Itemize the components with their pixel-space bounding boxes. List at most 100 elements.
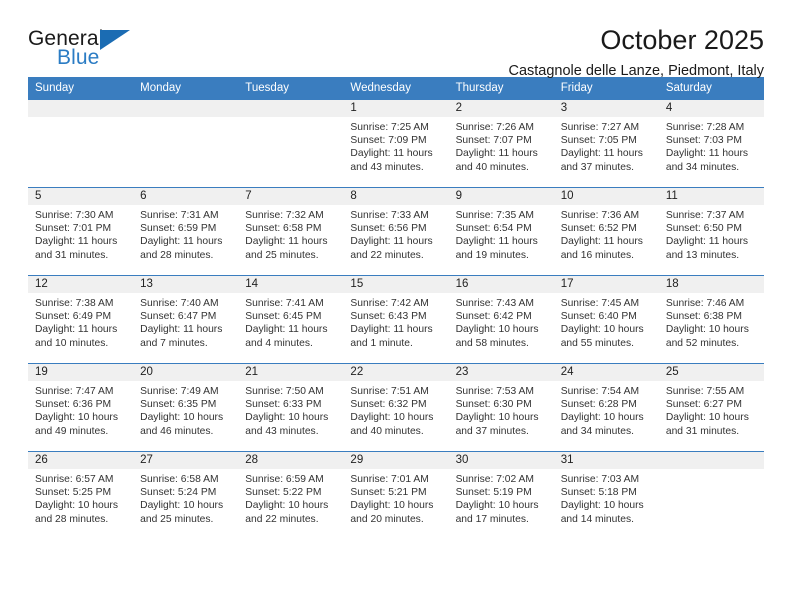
- day-details: Sunrise: 7:31 AM Sunset: 6:59 PM Daylight:…: [133, 205, 238, 262]
- day-sunset-text: Sunset: 6:47 PM: [140, 311, 217, 323]
- page-header: General Blue October 2025 Castagnole del…: [28, 0, 764, 79]
- day-daylight-line1-text: Daylight: 11 hours: [140, 324, 223, 336]
- calendar-day-cell[interactable]: 7 Sunrise: 7:32 AM Sunset: 6:58 PM Daylight…: [238, 187, 344, 276]
- day-cell-inner: 28 Sunrise: 6:59 AM Sunset: 5:22 PM Dayligh…: [238, 452, 344, 540]
- calendar-day-cell[interactable]: 22 Sunrise: 7:51 AM Sunset: 6:32 PM Dayligh…: [343, 363, 449, 452]
- calendar-day-cell[interactable]: 8 Sunrise: 7:33 AM Sunset: 6:56 PM Daylight…: [343, 187, 449, 276]
- day-number: 27: [133, 452, 239, 469]
- day-cell-inner: 14 Sunrise: 7:41 AM Sunset: 6:45 PM Dayligh…: [238, 276, 344, 363]
- day-sunrise-text: Sunrise: 7:47 AM: [35, 386, 114, 397]
- calendar-day-cell[interactable]: 10 Sunrise: 7:36 AM Sunset: 6:52 PM Dayligh…: [553, 187, 659, 276]
- day-number: 8: [343, 188, 449, 205]
- calendar-day-cell[interactable]: 14 Sunrise: 7:41 AM Sunset: 6:45 PM Dayligh…: [238, 275, 344, 364]
- day-sunset-text: Sunset: 7:01 PM: [35, 223, 112, 235]
- calendar-day-cell[interactable]: 18 Sunrise: 7:46 AM Sunset: 6:38 PM Dayligh…: [658, 275, 764, 364]
- calendar-day-cell[interactable]: 21 Sunrise: 7:50 AM Sunset: 6:33 PM Dayligh…: [238, 363, 344, 452]
- calendar-day-cell[interactable]: 31 Sunrise: 7:03 AM Sunset: 5:18 PM Dayligh…: [553, 451, 659, 540]
- calendar-day-cell[interactable]: 3 Sunrise: 7:27 AM Sunset: 7:05 PM Daylight…: [553, 99, 659, 188]
- calendar-day-cell[interactable]: 15 Sunrise: 7:42 AM Sunset: 6:43 PM Dayligh…: [343, 275, 449, 364]
- calendar-week-row: 19 Sunrise: 7:47 AM Sunset: 6:36 PM Dayligh…: [28, 363, 764, 452]
- calendar-day-cell[interactable]: 19 Sunrise: 7:47 AM Sunset: 6:36 PM Dayligh…: [28, 363, 134, 452]
- calendar-day-cell[interactable]: 23 Sunrise: 7:53 AM Sunset: 6:30 PM Dayligh…: [448, 363, 554, 452]
- day-cell-inner: 18 Sunrise: 7:46 AM Sunset: 6:38 PM Dayligh…: [658, 276, 764, 363]
- calendar-day-cell[interactable]: 24 Sunrise: 7:54 AM Sunset: 6:28 PM Dayligh…: [553, 363, 659, 452]
- logo-text-blue: Blue: [57, 46, 100, 69]
- day-daylight-line2-text: and 40 minutes.: [455, 161, 529, 173]
- day-details: Sunrise: 6:57 AM Sunset: 5:25 PM Daylight:…: [28, 469, 133, 526]
- day-daylight-line1-text: Daylight: 10 hours: [455, 412, 539, 424]
- day-sunrise-text: Sunrise: 7:35 AM: [455, 210, 534, 221]
- day-sunrise-text: Sunrise: 7:31 AM: [140, 210, 219, 221]
- calendar-day-cell[interactable]: 12 Sunrise: 7:38 AM Sunset: 6:49 PM Dayligh…: [28, 275, 134, 364]
- day-daylight-line1-text: Daylight: 11 hours: [140, 236, 223, 248]
- calendar-body: 1 Sunrise: 7:25 AM Sunset: 7:09 PM Daylight…: [28, 99, 764, 540]
- day-number: 1: [343, 100, 449, 117]
- day-sunset-text: Sunset: 6:36 PM: [35, 399, 112, 411]
- calendar-day-cell[interactable]: 28 Sunrise: 6:59 AM Sunset: 5:22 PM Dayligh…: [238, 451, 344, 540]
- day-number: 13: [133, 276, 239, 293]
- day-daylight-line1-text: Daylight: 11 hours: [455, 236, 538, 248]
- calendar-day-cell-empty: [28, 99, 134, 188]
- day-sunset-text: Sunset: 7:09 PM: [350, 135, 427, 147]
- day-details: Sunrise: 7:03 AM Sunset: 5:18 PM Daylight:…: [554, 469, 659, 526]
- calendar-week-row: 12 Sunrise: 7:38 AM Sunset: 6:49 PM Dayligh…: [28, 275, 764, 364]
- day-sunrise-text: Sunrise: 7:50 AM: [245, 386, 324, 397]
- calendar-day-cell-empty: [658, 451, 764, 540]
- day-cell-inner: 19 Sunrise: 7:47 AM Sunset: 6:36 PM Dayligh…: [28, 364, 134, 451]
- day-number: 23: [448, 364, 554, 381]
- day-cell-inner: 27 Sunrise: 6:58 AM Sunset: 5:24 PM Dayligh…: [133, 452, 239, 540]
- day-sunrise-text: Sunrise: 7:26 AM: [455, 122, 534, 133]
- day-sunrise-text: Sunrise: 6:57 AM: [35, 474, 114, 485]
- calendar-week-row: 5 Sunrise: 7:30 AM Sunset: 7:01 PM Daylight…: [28, 187, 764, 276]
- day-sunset-text: Sunset: 7:03 PM: [665, 135, 742, 147]
- calendar-day-cell[interactable]: 2 Sunrise: 7:26 AM Sunset: 7:07 PM Daylight…: [448, 99, 554, 188]
- day-number: 12: [28, 276, 134, 293]
- day-sunset-text: Sunset: 6:43 PM: [350, 311, 427, 323]
- calendar-day-cell[interactable]: 25 Sunrise: 7:55 AM Sunset: 6:27 PM Dayligh…: [658, 363, 764, 452]
- day-sunset-text: Sunset: 6:33 PM: [245, 399, 322, 411]
- calendar-day-cell[interactable]: 29 Sunrise: 7:01 AM Sunset: 5:21 PM Dayligh…: [343, 451, 449, 540]
- day-cell-inner: [658, 452, 764, 540]
- calendar-day-cell[interactable]: 30 Sunrise: 7:02 AM Sunset: 5:19 PM Dayligh…: [448, 451, 554, 540]
- day-sunrise-text: Sunrise: 7:40 AM: [140, 298, 219, 309]
- day-sunrise-text: Sunrise: 7:38 AM: [35, 298, 114, 309]
- calendar-day-cell[interactable]: 5 Sunrise: 7:30 AM Sunset: 7:01 PM Daylight…: [28, 187, 134, 276]
- day-sunset-text: Sunset: 6:28 PM: [560, 399, 637, 411]
- calendar-day-cell[interactable]: 1 Sunrise: 7:25 AM Sunset: 7:09 PM Daylight…: [343, 99, 449, 188]
- day-daylight-line2-text: and 22 minutes.: [350, 249, 424, 261]
- calendar-day-cell[interactable]: 9 Sunrise: 7:35 AM Sunset: 6:54 PM Daylight…: [448, 187, 554, 276]
- day-details: Sunrise: 7:49 AM Sunset: 6:35 PM Daylight:…: [133, 381, 238, 438]
- day-sunrise-text: Sunrise: 7:51 AM: [350, 386, 429, 397]
- day-daylight-line1-text: Daylight: 11 hours: [35, 324, 118, 336]
- day-details: Sunrise: 6:59 AM Sunset: 5:22 PM Daylight:…: [238, 469, 343, 526]
- day-sunrise-text: Sunrise: 7:43 AM: [455, 298, 534, 309]
- day-details: Sunrise: 7:25 AM Sunset: 7:09 PM Daylight:…: [343, 117, 448, 174]
- day-daylight-line1-text: Daylight: 11 hours: [665, 148, 749, 160]
- weekday-header-friday: Friday: [553, 77, 659, 100]
- day-daylight-line2-text: and 37 minutes.: [455, 425, 529, 437]
- day-details: Sunrise: 7:54 AM Sunset: 6:28 PM Daylight:…: [554, 381, 659, 438]
- calendar-day-cell[interactable]: 11 Sunrise: 7:37 AM Sunset: 6:50 PM Dayligh…: [658, 187, 764, 276]
- day-details: Sunrise: 7:35 AM Sunset: 6:54 PM Daylight:…: [449, 205, 554, 262]
- day-daylight-line2-text: and 22 minutes.: [245, 513, 319, 525]
- calendar-day-cell[interactable]: 4 Sunrise: 7:28 AM Sunset: 7:03 PM Daylight…: [658, 99, 764, 188]
- day-cell-inner: 7 Sunrise: 7:32 AM Sunset: 6:58 PM Daylight…: [238, 188, 344, 275]
- weekday-header-tuesday: Tuesday: [238, 77, 344, 100]
- calendar-day-cell[interactable]: 26 Sunrise: 6:57 AM Sunset: 5:25 PM Dayligh…: [28, 451, 134, 540]
- general-blue-logo[interactable]: General Blue: [28, 26, 136, 72]
- calendar-day-cell[interactable]: 20 Sunrise: 7:49 AM Sunset: 6:35 PM Dayligh…: [133, 363, 239, 452]
- calendar-day-cell[interactable]: 27 Sunrise: 6:58 AM Sunset: 5:24 PM Dayligh…: [133, 451, 239, 540]
- weekday-header-row: Sunday Monday Tuesday Wednesday Thursday…: [28, 77, 764, 100]
- day-number: 16: [448, 276, 554, 293]
- day-daylight-line2-text: and 1 minute.: [350, 337, 413, 349]
- calendar-day-cell[interactable]: 17 Sunrise: 7:45 AM Sunset: 6:40 PM Dayligh…: [553, 275, 659, 364]
- day-cell-inner: 17 Sunrise: 7:45 AM Sunset: 6:40 PM Dayligh…: [553, 276, 659, 363]
- day-number: 25: [658, 364, 764, 381]
- calendar-day-cell[interactable]: 16 Sunrise: 7:43 AM Sunset: 6:42 PM Dayligh…: [448, 275, 554, 364]
- day-daylight-line1-text: Daylight: 10 hours: [35, 500, 118, 512]
- day-number: [238, 100, 344, 117]
- page-title: October 2025: [600, 25, 764, 55]
- calendar-day-cell[interactable]: 6 Sunrise: 7:31 AM Sunset: 6:59 PM Daylight…: [133, 187, 239, 276]
- day-sunrise-text: Sunrise: 7:42 AM: [350, 298, 429, 309]
- calendar-day-cell[interactable]: 13 Sunrise: 7:40 AM Sunset: 6:47 PM Dayligh…: [133, 275, 239, 364]
